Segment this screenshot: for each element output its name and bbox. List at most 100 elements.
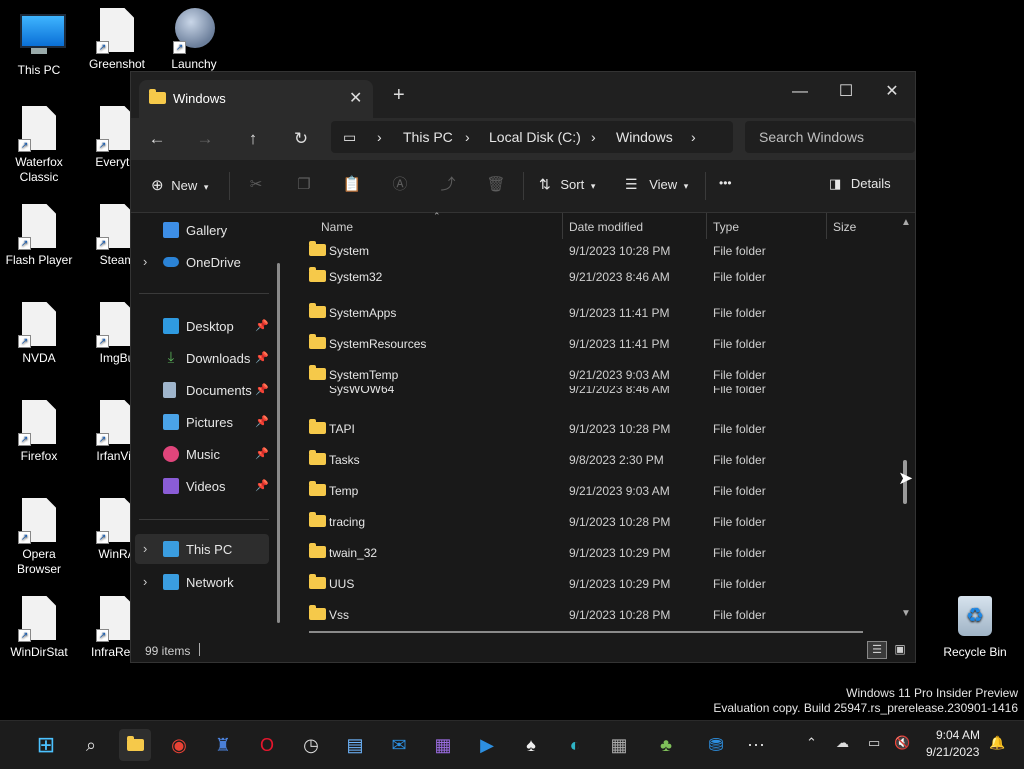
quick-assist-icon[interactable]: ⛃ [700, 729, 732, 761]
rename-icon[interactable]: Ⓐ [389, 174, 411, 196]
desktop-icon-opera[interactable]: ↗ Opera Browser [1, 498, 77, 577]
tiles-view-button[interactable]: ▣ [891, 641, 909, 657]
list-item[interactable]: TAPI 9/1/2023 10:28 PM File folder [301, 414, 881, 444]
volume-muted-icon[interactable]: 🔇 [894, 735, 910, 751]
desktop-icon-greenshot[interactable]: ↗ Greenshot [79, 8, 155, 72]
up-button[interactable]: ↑ [241, 127, 265, 151]
list-item[interactable]: Temp 9/21/2023 9:03 AM File folder [301, 476, 881, 506]
list-item[interactable]: SystemResources 9/1/2023 11:41 PM File f… [301, 329, 881, 359]
breadcrumb[interactable]: ▭ › This PC › Local Disk (C:) › Windows … [331, 121, 733, 153]
more-options-button[interactable]: ••• [719, 176, 732, 190]
sort-button[interactable]: ⇅ Sort ▾ [539, 176, 595, 193]
list-item[interactable]: Tasks 9/8/2023 2:30 PM File folder [301, 445, 881, 475]
nav-item-gallery[interactable]: Gallery [131, 215, 271, 245]
list-item[interactable]: Vss 9/1/2023 10:28 PM File folder [301, 600, 881, 630]
file-explorer-icon[interactable] [119, 729, 151, 761]
nav-item-onedrive[interactable]: › OneDrive [131, 247, 271, 277]
list-item[interactable]: SystemApps 9/1/2023 11:41 PM File folder [301, 298, 881, 328]
media-player-icon[interactable]: ▶ [471, 729, 503, 761]
mail-icon[interactable]: ✉ [383, 729, 415, 761]
edge-icon[interactable]: ◐ [559, 729, 591, 761]
desktop-icon-nvda[interactable]: ↗ NVDA [1, 302, 77, 366]
show-hidden-icons-icon[interactable]: ⌃ [806, 735, 817, 751]
scroll-up-arrow-icon[interactable]: ▲ [901, 217, 911, 228]
tree-app-icon[interactable]: ♣ [650, 729, 682, 761]
desktop-icon-waterfox[interactable]: ↗ Waterfox Classic [1, 106, 77, 185]
video-editor-icon[interactable]: ▦ [427, 729, 459, 761]
view-button[interactable]: ☰ View ▾ [625, 176, 688, 193]
nav-item-this-pc[interactable]: › This PC [135, 534, 269, 564]
details-view-button[interactable]: ☰ [867, 641, 887, 659]
desktop-icon-this-pc[interactable]: This PC [1, 8, 77, 78]
column-type[interactable]: Type [713, 220, 739, 234]
chevron-right-icon[interactable]: › [143, 574, 147, 589]
file-name: SystemTemp [329, 368, 399, 382]
nav-item-network[interactable]: › Network [131, 567, 271, 597]
chevron-right-icon[interactable]: › [143, 254, 147, 269]
nav-item-documents[interactable]: Documents 📌 [131, 375, 271, 405]
nav-scrollbar[interactable] [277, 263, 280, 623]
nav-item-videos[interactable]: Videos 📌 [131, 471, 271, 501]
chevron-right-icon[interactable]: › [143, 541, 147, 556]
delete-icon[interactable]: 🗑 [485, 174, 507, 196]
start-button[interactable]: ⊞ [30, 729, 62, 761]
minimize-button[interactable]: — [777, 78, 823, 106]
close-window-button[interactable]: ✕ [869, 78, 915, 106]
network-status-icon[interactable]: ▭ [868, 735, 880, 751]
nav-item-downloads[interactable]: ⤓ Downloads 📌 [131, 343, 271, 373]
more-apps-icon[interactable]: ⋯ [740, 729, 772, 761]
desktop-icon-flash-player[interactable]: ↗ Flash Player [1, 204, 77, 268]
details-button[interactable]: ◨ Details [829, 176, 891, 192]
notification-bell-icon[interactable]: 🔔 [989, 735, 1005, 751]
search-icon[interactable]: ⌕ [75, 729, 107, 761]
launchy-icon: ↗ [173, 8, 215, 54]
desktop-icon-windirstat[interactable]: ↗ WinDirStat [1, 596, 77, 660]
forward-button[interactable]: → [193, 127, 217, 151]
new-button[interactable]: ⊕ New ▾ [151, 176, 208, 194]
file-name: SysWOW64 [329, 386, 395, 396]
list-item[interactable]: tracing 9/1/2023 10:28 PM File folder [301, 507, 881, 537]
refresh-button[interactable]: ↻ [289, 127, 313, 151]
close-tab-icon[interactable]: ✕ [349, 88, 362, 108]
list-item[interactable]: twain_32 9/1/2023 10:29 PM File folder [301, 538, 881, 568]
scroll-down-arrow-icon[interactable]: ▼ [901, 608, 911, 619]
cut-icon[interactable]: ✂ [245, 174, 267, 196]
opera-icon[interactable]: O [251, 729, 283, 761]
breadcrumb-this-pc[interactable]: This PC [403, 129, 453, 145]
list-item[interactable]: System32 9/21/2023 8:46 AM File folder [301, 262, 881, 292]
copy-icon[interactable]: ❐ [293, 174, 315, 196]
clock-app-icon[interactable]: ◷ [295, 729, 327, 761]
onedrive-status-icon[interactable]: ☁ [836, 735, 849, 751]
nav-item-music[interactable]: Music 📌 [131, 439, 271, 469]
back-button[interactable]: ← [145, 127, 169, 151]
desktop-icon-firefox[interactable]: ↗ Firefox [1, 400, 77, 464]
maximize-button[interactable]: ☐ [823, 78, 869, 106]
column-date-modified[interactable]: Date modified [569, 220, 643, 234]
share-icon[interactable]: ⤴ [437, 174, 459, 196]
desktop-icon-recycle-bin[interactable]: ♻ Recycle Bin [937, 596, 1013, 660]
details-button-label: Details [850, 176, 891, 191]
desktop-icon-launchy[interactable]: ↗ Launchy [156, 8, 232, 72]
breadcrumb-local-disk[interactable]: Local Disk (C:) [489, 129, 581, 145]
column-size[interactable]: Size [833, 220, 856, 234]
breadcrumb-windows[interactable]: Windows [616, 129, 673, 145]
horizontal-scrollbar[interactable] [309, 631, 863, 633]
new-tab-button[interactable]: + [393, 84, 405, 107]
paste-icon[interactable]: 📋 [341, 174, 363, 196]
column-name[interactable]: Name [321, 220, 353, 234]
launcher-icon[interactable]: ♜ [207, 729, 239, 761]
clock-date[interactable]: 9/21/2023 [926, 745, 979, 759]
nav-item-desktop[interactable]: Desktop 📌 [131, 311, 271, 341]
list-item[interactable]: SysWOW64 9/21/2023 8:46 AM File folder [301, 386, 881, 404]
chrome-icon[interactable]: ◉ [163, 729, 195, 761]
notepad-icon[interactable]: ▤ [339, 729, 371, 761]
search-input[interactable]: Search Windows [745, 121, 915, 153]
nav-item-pictures[interactable]: Pictures 📌 [131, 407, 271, 437]
list-item[interactable]: UUS 9/1/2023 10:29 PM File folder [301, 569, 881, 599]
tab-windows[interactable]: Windows ✕ [139, 80, 373, 118]
clock-time[interactable]: 9:04 AM [936, 728, 980, 742]
file-date: 9/1/2023 11:41 PM [569, 337, 670, 351]
view-button-label: View [649, 177, 678, 192]
solitaire-icon[interactable]: ♠ [515, 729, 547, 761]
calculator-icon[interactable]: ▦ [603, 729, 635, 761]
